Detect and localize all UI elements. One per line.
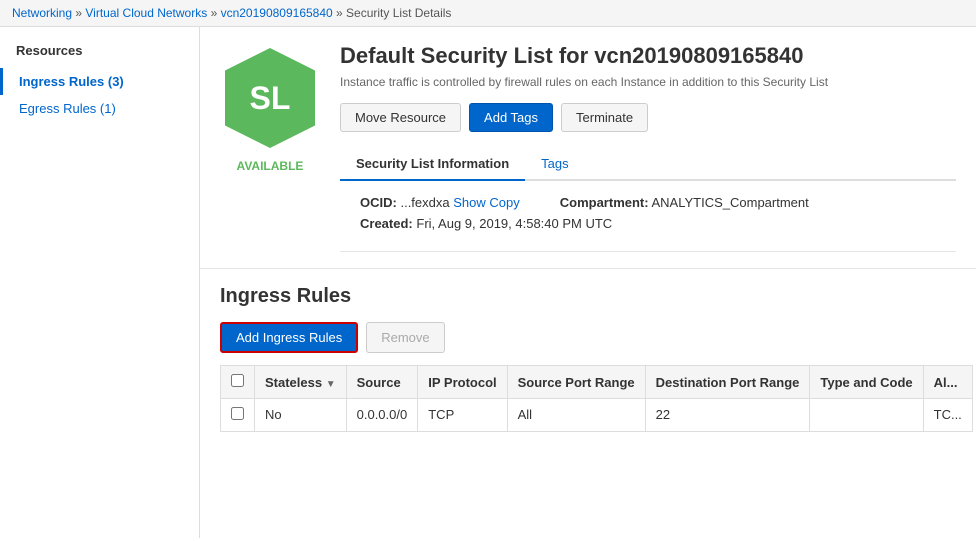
row-al: TC... [923, 399, 972, 432]
table-header: Stateless ▼ Source IP Protocol Source Po… [221, 366, 973, 399]
breadcrumb-current: Security List Details [346, 6, 451, 20]
row-checkbox-cell [221, 399, 255, 432]
sidebar-item-ingress[interactable]: Ingress Rules (3) [0, 68, 199, 95]
breadcrumb-sep-2: » [211, 6, 221, 20]
row-source: 0.0.0.0/0 [346, 399, 418, 432]
ocid-copy-link[interactable]: Copy [489, 195, 519, 210]
resource-title: Default Security List for vcn20190809165… [340, 43, 956, 69]
header-source-port-range: Source Port Range [507, 366, 645, 399]
row-destination-port-range: 22 [645, 399, 810, 432]
hex-container: SL AVAILABLE [220, 43, 320, 173]
sidebar-item-egress[interactable]: Egress Rules (1) [0, 95, 199, 122]
action-buttons: Move Resource Add Tags Terminate [340, 103, 956, 132]
move-resource-button[interactable]: Move Resource [340, 103, 461, 132]
sidebar: Resources Ingress Rules (3) Egress Rules… [0, 27, 200, 538]
breadcrumb-networking[interactable]: Networking [12, 6, 72, 20]
breadcrumb-vcn-link[interactable]: Virtual Cloud Networks [85, 6, 207, 20]
compartment-value: ANALYTICS_Compartment [652, 195, 809, 210]
tab-security-list-info[interactable]: Security List Information [340, 148, 525, 181]
add-ingress-rules-button[interactable]: Add Ingress Rules [220, 322, 358, 353]
main-layout: Resources Ingress Rules (3) Egress Rules… [0, 27, 976, 538]
row-ip-protocol: TCP [418, 399, 507, 432]
resource-info: Default Security List for vcn20190809165… [340, 43, 956, 252]
ingress-rules-table: Stateless ▼ Source IP Protocol Source Po… [220, 365, 973, 432]
header-source: Source [346, 366, 418, 399]
table-actions: Add Ingress Rules Remove [220, 322, 956, 353]
status-badge: AVAILABLE [237, 159, 304, 173]
created-label: Created: [360, 216, 413, 231]
tab-content: OCID: ...fexdxa Show Copy Compartment: A… [340, 181, 956, 252]
header-ip-protocol: IP Protocol [418, 366, 507, 399]
compartment-label: Compartment: [560, 195, 649, 210]
header-destination-port-range: Destination Port Range [645, 366, 810, 399]
content-area: SL AVAILABLE Default Security List for v… [200, 27, 976, 538]
ingress-section: Ingress Rules Add Ingress Rules Remove S… [200, 269, 976, 448]
sidebar-title: Resources [0, 43, 199, 68]
row-source-port-range: All [507, 399, 645, 432]
table-row: No 0.0.0.0/0 TCP All 22 TC... [221, 399, 973, 432]
header-al: Al... [923, 366, 972, 399]
header-checkbox [221, 366, 255, 399]
table-body: No 0.0.0.0/0 TCP All 22 TC... [221, 399, 973, 432]
row-checkbox[interactable] [231, 407, 244, 420]
terminate-button[interactable]: Terminate [561, 103, 648, 132]
created-value: Fri, Aug 9, 2019, 4:58:40 PM UTC [416, 216, 612, 231]
sort-arrow-stateless: ▼ [326, 379, 336, 390]
ocid-show-link[interactable]: Show [453, 195, 486, 210]
detail-row-created: Created: Fri, Aug 9, 2019, 4:58:40 PM UT… [360, 216, 936, 231]
tabs: Security List Information Tags [340, 148, 956, 181]
row-stateless: No [255, 399, 347, 432]
ingress-title: Ingress Rules [220, 285, 956, 308]
add-tags-button[interactable]: Add Tags [469, 103, 553, 132]
resource-icon: SL [220, 43, 320, 153]
breadcrumb: Networking » Virtual Cloud Networks » vc… [0, 0, 976, 27]
icon-initials: SL [250, 80, 291, 117]
resource-header: SL AVAILABLE Default Security List for v… [200, 27, 976, 269]
select-all-checkbox[interactable] [231, 374, 244, 387]
ocid-value: ...fexdxa [400, 195, 449, 210]
tab-tags[interactable]: Tags [525, 148, 584, 181]
breadcrumb-sep-1: » [75, 6, 85, 20]
breadcrumb-vcn-id[interactable]: vcn20190809165840 [221, 6, 333, 20]
breadcrumb-sep-3: » [336, 6, 346, 20]
remove-button[interactable]: Remove [366, 322, 444, 353]
detail-row-ocid: OCID: ...fexdxa Show Copy Compartment: A… [360, 195, 936, 210]
header-type-and-code: Type and Code [810, 366, 923, 399]
ocid-label: OCID: [360, 195, 397, 210]
row-type-and-code [810, 399, 923, 432]
resource-subtitle: Instance traffic is controlled by firewa… [340, 75, 956, 89]
header-stateless: Stateless ▼ [255, 366, 347, 399]
